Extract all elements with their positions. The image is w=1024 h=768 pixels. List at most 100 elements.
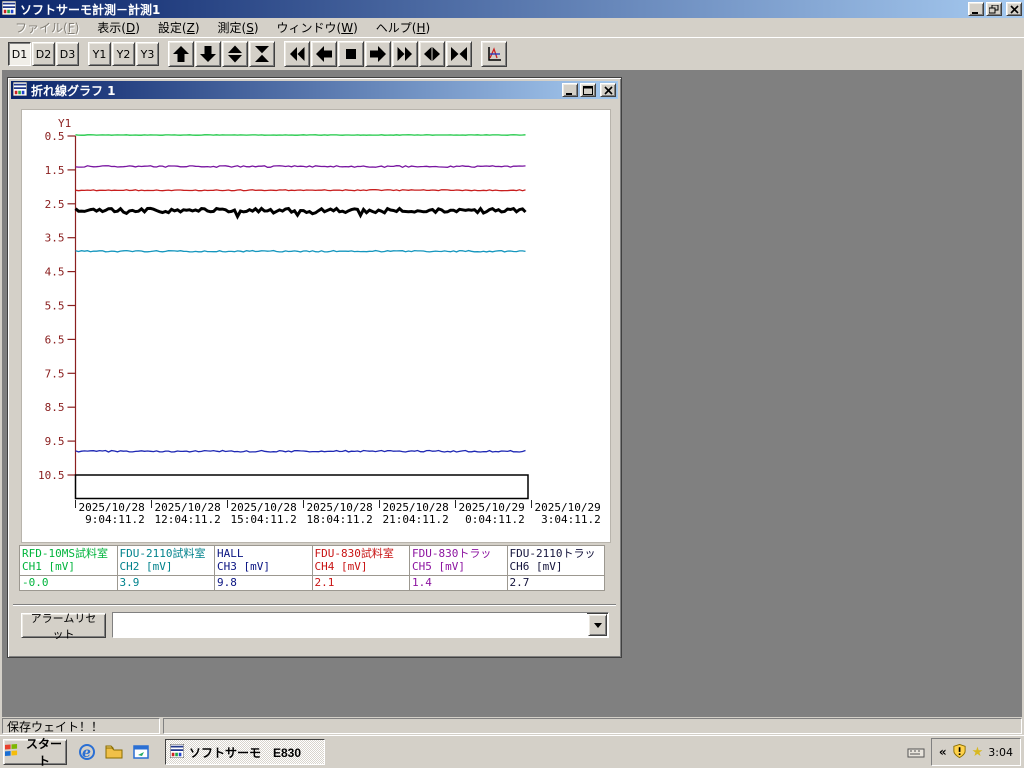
svg-text:9.5: 9.5 [45, 435, 65, 448]
legend-channel-name: RFD-10MS試料室 CH1 [mV] [20, 546, 117, 576]
graph-window: 折れ線グラフ 1 Y1 0.5 1.5 2.5 3.5 4.5 5.5 6.5 7.5 8.5 9.… [7, 77, 622, 658]
status-message: 保存ウェイト！！ [2, 718, 160, 734]
app-icon [1, 0, 17, 18]
chevron-down-icon [593, 622, 602, 628]
graph-window-title: 折れ線グラフ 1 [31, 83, 116, 98]
svg-text:0.5: 0.5 [45, 130, 65, 143]
folder-icon[interactable] [104, 742, 124, 762]
x-range-box[interactable] [74, 474, 529, 500]
legend-channel-3: HALL CH3 [mV] 9.8 [214, 545, 313, 591]
windows-logo-icon [4, 744, 19, 760]
toolbar-button-arrow-left[interactable] [311, 41, 337, 67]
toolbar-button-y2[interactable]: Y2 [112, 42, 135, 66]
series-3-line [75, 449, 526, 453]
svg-text:12:04:11.2: 12:04:11.2 [155, 513, 221, 526]
menu-item-w[interactable]: ウィンドウ(W) [268, 18, 367, 37]
separator [13, 604, 616, 606]
star-icon[interactable]: ★ [972, 745, 984, 760]
toolbar-button-d1[interactable]: D1 [8, 42, 31, 66]
graph-window-icon [12, 81, 28, 99]
toolbar-button-arrows-in-vertical[interactable] [249, 41, 275, 67]
legend-channel-name: FDU-2110トラッ CH6 [mV] [507, 546, 604, 576]
chart-canvas: Y10.51.52.53.54.55.56.57.58.59.510.52025… [38, 117, 601, 526]
menu-item-f[interactable]: ファイル(F) [6, 18, 88, 37]
main-titlebar: ソフトサーモ計測－計測1 [0, 0, 1024, 18]
toolbar-button-stop-square[interactable] [338, 41, 364, 67]
toolbar-group [481, 41, 507, 67]
alarm-combobox[interactable] [112, 612, 609, 638]
mdi-area: 折れ線グラフ 1 Y1 0.5 1.5 2.5 3.5 4.5 5.5 6.5 7.5 8.5 9.… [2, 70, 1022, 717]
legend-channel-name: FDU-2110試料室 CH2 [mV] [117, 546, 214, 576]
legend-channel-value: -0.0 [22, 576, 49, 589]
graph-maximize-button[interactable] [580, 83, 596, 97]
legend-channel-value: 3.9 [119, 576, 140, 589]
menu-item-z[interactable]: 設定(Z) [149, 18, 209, 37]
series-4-line [75, 189, 526, 192]
legend-channel-name: FDU-830試料室 CH4 [mV] [312, 546, 409, 576]
svg-text:3:04:11.2: 3:04:11.2 [541, 513, 601, 526]
legend-channel-value: 1.4 [412, 576, 432, 589]
toolbar-button-arrows-in-horizontal[interactable] [446, 41, 472, 67]
svg-text:21:04:11.2: 21:04:11.2 [383, 513, 449, 526]
legend-channel-value: 2.1 [314, 576, 335, 589]
alarm-combobox-input[interactable] [113, 613, 587, 637]
alarm-reset-button[interactable]: アラームリセット [21, 612, 106, 641]
toolbar-button-chart[interactable] [481, 41, 507, 67]
toolbar-group: D1 D2 D3 [8, 42, 79, 66]
toolbar-button-d2[interactable]: D2 [32, 42, 55, 66]
system-tray: « ★ 3:04 [930, 738, 1021, 766]
series-6-line [74, 206, 527, 220]
legend-channel-4: FDU-830試料室 CH4 [mV] 2.1 [311, 545, 410, 591]
minimize-button[interactable] [968, 2, 984, 16]
tray-chevron[interactable]: « [939, 745, 947, 759]
graph-minimize-button[interactable] [562, 83, 578, 97]
svg-text:e: e [82, 745, 91, 761]
start-button[interactable]: スタート [3, 737, 67, 768]
toolbar-button-y1[interactable]: Y1 [88, 42, 111, 66]
toolbar-button-arrow-down[interactable] [195, 41, 221, 67]
arrow-down-icon [200, 46, 216, 62]
toolbar-button-arrow-right[interactable] [365, 41, 391, 67]
window-title: ソフトサーモ計測－計測1 [20, 2, 161, 17]
menu-item-d[interactable]: 表示(D) [88, 18, 149, 37]
ie-icon[interactable]: e [77, 742, 97, 762]
toolbar-button-arrow-up[interactable] [168, 41, 194, 67]
clock: 3:04 [988, 745, 1013, 759]
keyboard-icon[interactable] [907, 746, 925, 758]
svg-text:Y1: Y1 [58, 117, 71, 130]
taskbar-app-button[interactable]: ソフトサーモ E830 [165, 739, 325, 765]
toolbar-button-d3[interactable]: D3 [56, 42, 79, 66]
legend-channel-name: HALL CH3 [mV] [215, 546, 312, 576]
toolbar-button-arrows-out-vertical[interactable] [222, 41, 248, 67]
arrow-left-icon [316, 46, 332, 62]
desktop: ソフトサーモ計測－計測1 ファイル(F) 表示(D) 設定(Z) 測定(S) ウィンドウ… [0, 0, 1024, 768]
series-5-line [75, 165, 526, 169]
arrow-right-icon [370, 46, 386, 62]
close-button[interactable] [1006, 2, 1022, 16]
menu-item-h[interactable]: ヘルプ(H) [367, 18, 439, 37]
line-chart: Y1 0.5 1.5 2.5 3.5 4.5 5.5 6.5 7.5 8.5 9.5 10.5 2025… [21, 109, 611, 543]
toolbar-button-double-right[interactable] [392, 41, 418, 67]
app-icon [169, 743, 185, 761]
legend: RFD-10MS試料室 CH1 [mV] -0.0 FDU-2110試料室 CH2 [m… [19, 545, 605, 591]
graph-close-button[interactable] [599, 82, 617, 98]
taskbar-app-label: ソフトサーモ E830 [189, 745, 302, 760]
menu-item-s[interactable]: 測定(S) [209, 18, 268, 37]
combobox-dropdown-button[interactable] [588, 614, 607, 636]
toolbar: D1 D2 D3 Y1 Y2 Y3 [0, 37, 1024, 70]
menu-bar: ファイル(F) 表示(D) 設定(Z) 測定(S) ウィンドウ(W) ヘルプ(H) [0, 18, 1024, 37]
shield-alert-icon[interactable] [952, 743, 967, 762]
toolbar-button-double-left[interactable] [284, 41, 310, 67]
legend-channel-value: 2.7 [509, 576, 530, 589]
toolbar-group [284, 41, 472, 67]
window-icon[interactable] [131, 742, 151, 762]
arrows-in-horizontal-icon [451, 47, 467, 61]
svg-text:4.5: 4.5 [45, 266, 65, 279]
legend-channel-value: 9.8 [217, 576, 237, 589]
toolbar-button-arrows-out-horizontal[interactable] [419, 41, 445, 67]
toolbar-button-y3[interactable]: Y3 [136, 42, 159, 66]
svg-text:6.5: 6.5 [45, 333, 65, 346]
restore-button[interactable] [986, 2, 1002, 16]
svg-text:15:04:11.2: 15:04:11.2 [231, 513, 297, 526]
toolbar-group [168, 41, 275, 67]
